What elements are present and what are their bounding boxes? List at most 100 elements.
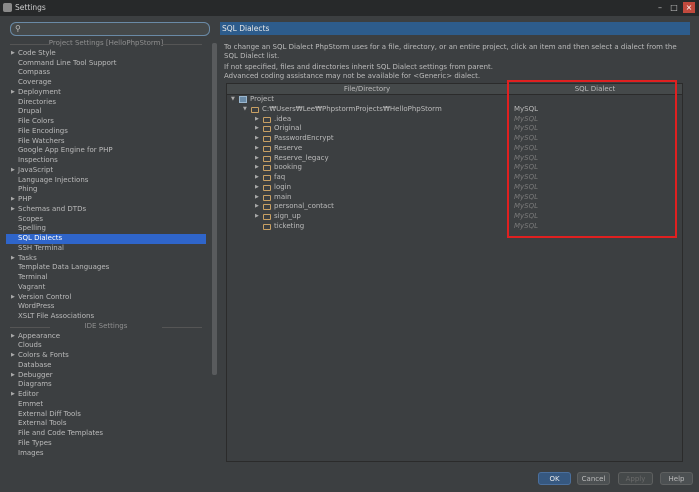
sidebar-item-label: File Types — [18, 438, 52, 447]
sidebar-item[interactable]: Drupal — [6, 107, 206, 117]
sidebar-item[interactable]: Compass — [6, 68, 206, 78]
sidebar-item[interactable]: ▶ Version Control — [6, 293, 206, 303]
sidebar-item-label: Code Style — [18, 48, 56, 57]
sidebar-item[interactable]: Images — [6, 449, 206, 459]
expand-arrow-icon[interactable]: ▶ — [11, 390, 15, 400]
sidebar-item-label: Schemas and DTDs — [18, 204, 87, 213]
sidebar-item[interactable]: Coverage — [6, 78, 206, 88]
sidebar-item[interactable]: File Encodings — [6, 127, 206, 137]
sidebar-item[interactable]: Template Data Languages — [6, 263, 206, 273]
sidebar-item[interactable]: Diagrams — [6, 380, 206, 390]
expand-arrow-icon[interactable]: ▶ — [11, 88, 15, 98]
sidebar-item[interactable]: Language Injections — [6, 176, 206, 186]
sidebar-item[interactable]: Vagrant — [6, 283, 206, 293]
sidebar-item[interactable]: Clouds — [6, 341, 206, 351]
sidebar-item-label: IDE Settings — [84, 321, 128, 330]
folder-icon — [263, 155, 271, 162]
settings-search[interactable]: ⚲ — [10, 22, 210, 36]
expand-arrow-icon[interactable]: ▶ — [255, 193, 259, 203]
minimize-button[interactable]: – — [654, 2, 666, 13]
sidebar-item[interactable]: SSH Terminal — [6, 244, 206, 254]
cancel-button[interactable]: Cancel — [577, 472, 610, 485]
sidebar-item-label: Clouds — [18, 341, 42, 350]
help-button[interactable]: Help — [660, 472, 693, 485]
sidebar-item-label: Directories — [18, 97, 57, 106]
sidebar-item-label: File Watchers — [18, 136, 65, 145]
sidebar-item[interactable]: ▶ Deployment — [6, 88, 206, 98]
expand-arrow-icon[interactable]: ▶ — [255, 134, 259, 144]
sidebar-item[interactable]: Inspections — [6, 156, 206, 166]
apply-button[interactable]: Apply — [618, 472, 653, 485]
expand-arrow-icon[interactable]: ▶ — [255, 115, 259, 125]
sidebar-item[interactable]: WordPress — [6, 302, 206, 312]
sidebar-item[interactable]: File Types — [6, 439, 206, 449]
sidebar-item[interactable]: ▶ Schemas and DTDs — [6, 205, 206, 215]
sidebar-item[interactable]: ▶ Appearance — [6, 332, 206, 342]
sidebar-item[interactable]: Phing — [6, 185, 206, 195]
sidebar-section-header: IDE Settings — [6, 322, 206, 332]
sidebar-item-label: Template Data Languages — [18, 263, 110, 272]
sidebar-item[interactable]: SQL Dialects — [6, 234, 206, 244]
sidebar-item[interactable]: ▶ JavaScript — [6, 166, 206, 176]
sidebar-item[interactable]: Google App Engine for PHP — [6, 146, 206, 156]
sidebar-item[interactable]: ▶ Code Style — [6, 49, 206, 59]
folder-icon — [263, 175, 271, 181]
sidebar-item-label: File Colors — [18, 117, 54, 125]
search-input[interactable] — [25, 24, 203, 33]
sidebar-item[interactable]: File Colors — [6, 117, 206, 127]
sidebar-item-label: Google App Engine for PHP — [18, 146, 113, 155]
sidebar-item-label: PHP — [18, 195, 32, 203]
expand-arrow-icon[interactable]: ▶ — [11, 195, 15, 205]
expand-arrow-icon[interactable]: ▶ — [255, 144, 259, 154]
sidebar-item[interactable]: Emmet — [6, 400, 206, 410]
sidebar-item[interactable]: XSLT File Associations — [6, 312, 206, 322]
sidebar-item[interactable]: Terminal — [6, 273, 206, 283]
expand-arrow-icon[interactable]: ▶ — [11, 351, 15, 361]
sidebar-item[interactable]: ▶ Debugger — [6, 371, 206, 381]
expand-arrow-icon[interactable]: ▶ — [255, 183, 259, 193]
sidebar-item-label: Compass — [18, 68, 51, 77]
expand-arrow-icon[interactable]: ▶ — [11, 49, 15, 59]
sidebar-item-label: Database — [18, 360, 52, 369]
expand-arrow-icon[interactable]: ▶ — [255, 212, 259, 222]
expand-arrow-icon[interactable]: ▶ — [11, 254, 15, 264]
sidebar-item[interactable]: ▶ Colors & Fonts — [6, 351, 206, 361]
sidebar-item-label: WordPress — [18, 302, 55, 311]
expand-arrow-icon[interactable]: ▶ — [255, 202, 259, 212]
collapse-arrow-icon[interactable]: ▼ — [243, 105, 247, 115]
folder-icon — [263, 145, 271, 152]
expand-arrow-icon[interactable]: ▶ — [11, 166, 15, 176]
sidebar-item[interactable]: Command Line Tool Support — [6, 59, 206, 69]
expand-arrow-icon[interactable]: ▶ — [11, 293, 15, 303]
title-bar: Settings – □ × — [0, 0, 699, 16]
sidebar-item[interactable]: ▶ Tasks — [6, 254, 206, 264]
expand-arrow-icon[interactable]: ▶ — [255, 163, 259, 173]
folder-icon — [251, 106, 259, 113]
sidebar-item[interactable]: External Diff Tools — [6, 410, 206, 420]
sidebar-item-label: Tasks — [18, 253, 37, 262]
expand-arrow-icon[interactable]: ▶ — [11, 371, 15, 381]
expand-arrow-icon[interactable]: ▶ — [11, 205, 15, 215]
sidebar-item[interactable]: File and Code Templates — [6, 429, 206, 439]
sidebar-item[interactable]: File Watchers — [6, 137, 206, 147]
ok-button[interactable]: OK — [538, 472, 571, 485]
sidebar-item[interactable]: ▶ Editor — [6, 390, 206, 400]
close-button[interactable]: × — [683, 2, 695, 13]
sidebar-item[interactable]: Database — [6, 361, 206, 371]
expand-arrow-icon[interactable]: ▶ — [255, 173, 259, 183]
collapse-arrow-icon[interactable]: ▼ — [231, 95, 235, 105]
sidebar-scrollbar[interactable] — [212, 43, 217, 375]
column-header-file[interactable]: File/Directory — [227, 84, 508, 94]
expand-arrow-icon[interactable]: ▶ — [11, 332, 15, 342]
maximize-button[interactable]: □ — [668, 2, 680, 13]
sidebar-item-label: SQL Dialects — [18, 234, 63, 242]
folder-icon — [263, 184, 271, 191]
sidebar-item[interactable]: ▶ PHP — [6, 195, 206, 205]
expand-arrow-icon[interactable]: ▶ — [255, 154, 259, 164]
expand-arrow-icon[interactable]: ▶ — [255, 124, 259, 134]
sidebar-item[interactable]: Scopes — [6, 215, 206, 225]
sidebar-item[interactable]: External Tools — [6, 419, 206, 429]
sidebar-item[interactable]: Spelling — [6, 224, 206, 234]
sidebar-item[interactable]: Directories — [6, 98, 206, 108]
sidebar-item-label: Deployment — [18, 87, 61, 96]
